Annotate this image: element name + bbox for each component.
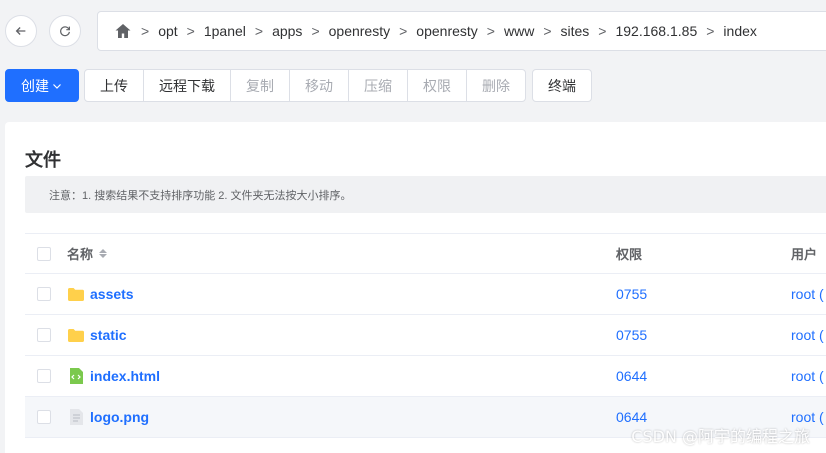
- chevron-down-icon: [53, 83, 61, 89]
- file-table: 名称 权限 用户 assets 0755 root ( static 0755 …: [25, 233, 826, 438]
- move-button[interactable]: 移动: [289, 69, 349, 102]
- upload-button[interactable]: 上传: [84, 69, 144, 102]
- breadcrumb-separator: >: [598, 23, 607, 39]
- back-button[interactable]: [5, 15, 37, 47]
- notice-banner: 注意：1. 搜索结果不支持排序功能 2. 文件夹无法按大小排序。: [25, 176, 826, 213]
- create-label: 创建: [21, 77, 49, 94]
- select-all-checkbox[interactable]: [37, 246, 51, 261]
- remote-download-button[interactable]: 远程下载: [143, 69, 231, 102]
- toolbar: 创建 上传 远程下载 复制 移动 压缩 权限 删除 终端: [5, 69, 592, 102]
- arrow-left-icon: [15, 27, 26, 35]
- copy-button[interactable]: 复制: [230, 69, 290, 102]
- column-name-label: 名称: [67, 247, 94, 262]
- terminal-button[interactable]: 终端: [532, 69, 592, 102]
- table-row[interactable]: assets 0755 root (: [25, 274, 826, 315]
- breadcrumb-separator: >: [543, 23, 552, 39]
- user-link[interactable]: root (: [791, 315, 824, 355]
- sort-icon[interactable]: [99, 249, 108, 258]
- table-row[interactable]: index.html 0644 root (: [25, 356, 826, 397]
- row-checkbox[interactable]: [37, 287, 51, 301]
- breadcrumb-separator: >: [186, 23, 195, 39]
- file-icon: [67, 408, 85, 426]
- folder-icon: [67, 326, 85, 344]
- breadcrumb-separator: >: [254, 23, 264, 39]
- user-link[interactable]: root (: [791, 356, 824, 396]
- row-checkbox[interactable]: [37, 328, 51, 342]
- breadcrumb-openresty[interactable]: openresty: [329, 23, 390, 39]
- html-file-icon: [67, 367, 85, 385]
- permission-link[interactable]: 0755: [616, 274, 647, 314]
- breadcrumb-separator: >: [311, 23, 320, 39]
- file-action-group: 上传 远程下载 复制 移动 压缩 权限 删除: [84, 69, 526, 102]
- breadcrumb-ip[interactable]: 192.168.1.85: [615, 23, 697, 39]
- delete-button[interactable]: 删除: [466, 69, 526, 102]
- permission-link[interactable]: 0644: [616, 356, 647, 396]
- file-name-link[interactable]: logo.png: [90, 409, 149, 425]
- compress-button[interactable]: 压缩: [348, 69, 408, 102]
- create-button[interactable]: 创建: [5, 69, 79, 102]
- file-name-link[interactable]: assets: [90, 286, 134, 302]
- breadcrumb-openresty-2[interactable]: openresty: [416, 23, 477, 39]
- column-user-header: 用户: [791, 247, 818, 262]
- file-card: 文件 注意：1. 搜索结果不支持排序功能 2. 文件夹无法按大小排序。 名称 权…: [5, 122, 826, 453]
- breadcrumb-1panel[interactable]: 1panel: [204, 23, 246, 39]
- row-checkbox[interactable]: [37, 410, 51, 424]
- breadcrumb-sites[interactable]: sites: [561, 23, 590, 39]
- breadcrumb: > opt > 1panel > apps > openresty > open…: [97, 11, 826, 51]
- breadcrumb-separator: >: [486, 23, 495, 39]
- breadcrumb-apps[interactable]: apps: [272, 23, 302, 39]
- column-permission-header: 权限: [616, 247, 643, 262]
- table-row[interactable]: static 0755 root (: [25, 315, 826, 356]
- column-name-header[interactable]: 名称: [67, 234, 108, 273]
- breadcrumb-index[interactable]: index: [723, 23, 756, 39]
- permission-link[interactable]: 0755: [616, 315, 647, 355]
- file-name-link[interactable]: index.html: [90, 368, 160, 384]
- folder-icon: [67, 285, 85, 303]
- table-header: 名称 权限 用户: [25, 233, 826, 274]
- refresh-button[interactable]: [49, 15, 81, 47]
- breadcrumb-www[interactable]: www: [504, 23, 534, 39]
- card-title: 文件: [25, 150, 61, 170]
- breadcrumb-opt[interactable]: opt: [158, 23, 177, 39]
- user-link[interactable]: root (: [791, 274, 824, 314]
- refresh-icon: [60, 26, 70, 37]
- breadcrumb-separator: >: [399, 23, 408, 39]
- permission-button[interactable]: 权限: [407, 69, 467, 102]
- file-name-link[interactable]: static: [90, 327, 127, 343]
- home-icon[interactable]: [114, 22, 132, 40]
- row-checkbox[interactable]: [37, 369, 51, 383]
- breadcrumb-separator: >: [706, 23, 715, 39]
- breadcrumb-separator: >: [141, 23, 150, 39]
- watermark: CSDN @阿宇的编程之旅: [631, 427, 810, 446]
